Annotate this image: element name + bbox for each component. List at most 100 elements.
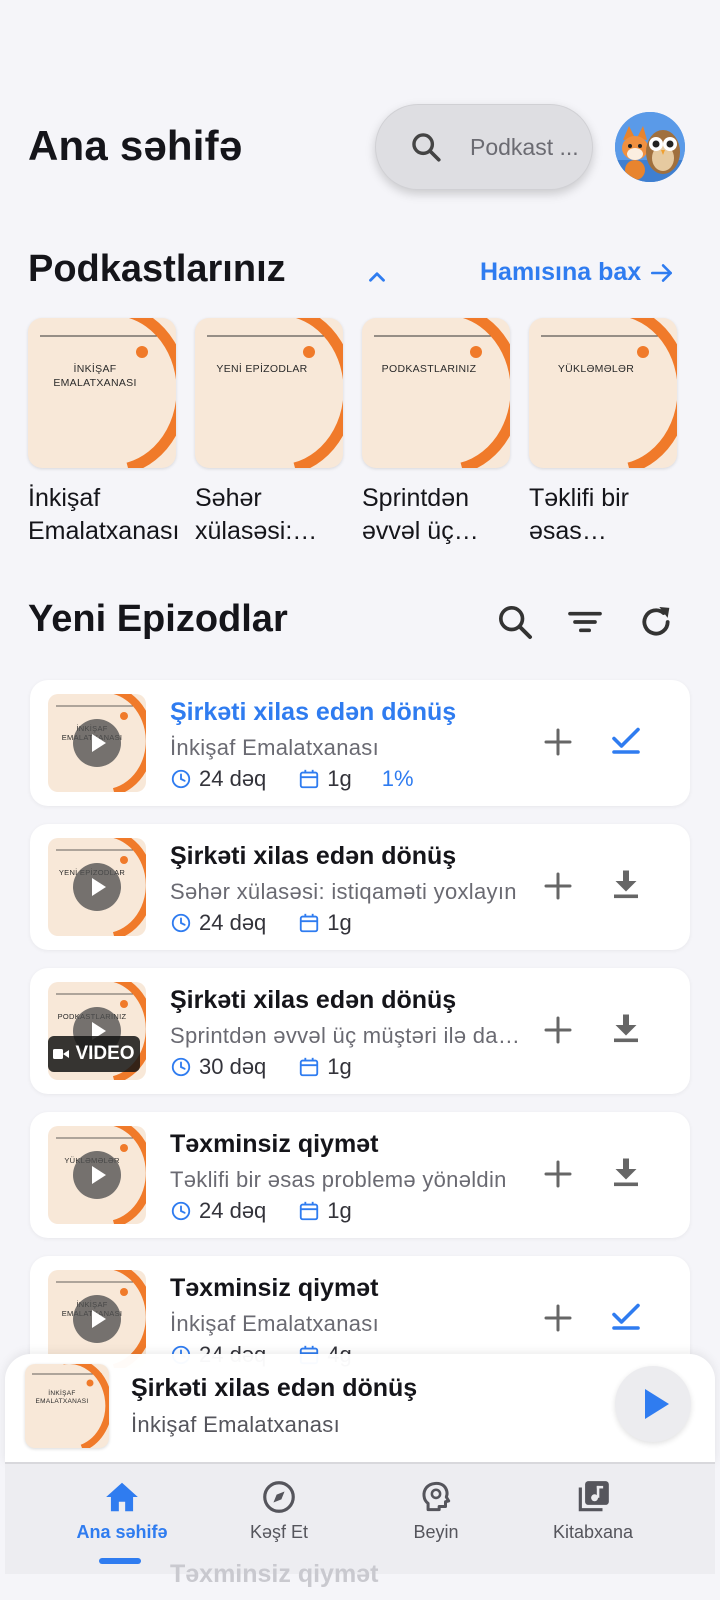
brain-icon bbox=[422, 1481, 451, 1512]
episode-date: 1g bbox=[327, 910, 352, 935]
clock-icon bbox=[171, 913, 191, 933]
mini-player-cover: İNKİŞAF EMALATXANASI bbox=[25, 1364, 109, 1448]
episode-podcast: Səhər xülasəsi: istiqaməti yoxlayın bbox=[170, 879, 517, 904]
episode-date: 1g bbox=[327, 1198, 352, 1223]
section-title-podcasts: Podkastlarınız bbox=[28, 248, 286, 290]
podcast-card[interactable]: YÜKLƏMƏLƏR Təklifi bir əsas problemə yön… bbox=[529, 318, 679, 548]
add-to-queue-icon[interactable] bbox=[540, 868, 576, 904]
play-icon[interactable] bbox=[73, 1151, 121, 1199]
video-badge: VIDEO bbox=[48, 1036, 140, 1072]
podcast-cover: YÜKLƏMƏLƏR bbox=[529, 318, 677, 468]
episode-card[interactable]: PODKASTLARINIZ VIDEO Şirkəti xilas edən … bbox=[30, 968, 690, 1094]
episode-duration: 24 dəq bbox=[199, 766, 267, 791]
clock-icon bbox=[171, 1201, 191, 1221]
podcast-cover: PODKASTLARINIZ bbox=[362, 318, 510, 468]
podcast-name: Təklifi bir əsas problemə yönəldin bbox=[529, 484, 630, 545]
mini-player-title: Şirkəti xilas edən dönüş bbox=[131, 1374, 418, 1402]
episode-thumbnail[interactable]: YÜKLƏMƏLƏR bbox=[48, 1126, 146, 1224]
section-title-episodes: Yeni Epizodlar bbox=[28, 598, 288, 640]
avatar-fox-owl-icon bbox=[615, 112, 685, 182]
cover-arc-graphic bbox=[541, 318, 677, 468]
podcast-card[interactable]: PODKASTLARINIZ Sprintdən əvvəl üç müştər… bbox=[362, 318, 512, 548]
podcast-card[interactable]: YENİ EPİZODLAR Səhər xülasəsi: istiqamət… bbox=[195, 318, 345, 548]
search-icon[interactable] bbox=[495, 602, 535, 642]
download-icon[interactable] bbox=[608, 1154, 644, 1190]
episode-meta: 24 dəq 1g 1% bbox=[170, 766, 414, 792]
episode-meta: 24 dəq 1g bbox=[170, 910, 352, 936]
play-button[interactable] bbox=[615, 1366, 691, 1442]
arrow-right-icon bbox=[651, 263, 673, 282]
episode-card[interactable]: YÜKLƏMƏLƏR Təxminsiz qiymət Təklifi bir … bbox=[30, 1112, 690, 1238]
cover-title: İNKİŞAF EMALATXANASI bbox=[35, 1390, 89, 1405]
video-camera-icon bbox=[53, 1049, 70, 1059]
add-to-queue-icon[interactable] bbox=[540, 1012, 576, 1048]
episode-duration: 30 dəq bbox=[199, 1054, 267, 1079]
see-all-link[interactable]: Hamısına bax bbox=[480, 258, 675, 287]
episode-podcast: İnkişaf Emalatxanası bbox=[170, 1311, 379, 1336]
cover-title: YÜKLƏMƏLƏR bbox=[557, 363, 635, 375]
downloaded-check-icon[interactable] bbox=[608, 722, 644, 758]
episode-date: 1g bbox=[327, 1054, 352, 1079]
nav-item-brain[interactable]: Beyin bbox=[356, 1478, 516, 1558]
episode-thumbnail[interactable]: İNKİŞAF EMALATXANASI bbox=[48, 694, 146, 792]
clock-icon bbox=[171, 769, 191, 789]
episode-title: Şirkəti xilas edən dönüş bbox=[170, 842, 457, 870]
podcast-name: Sprintdən əvvəl üç müştəri ilə danışın bbox=[362, 484, 470, 545]
compass-icon bbox=[263, 1481, 295, 1513]
downloaded-check-icon[interactable] bbox=[608, 1298, 644, 1334]
chevron-up-icon[interactable] bbox=[364, 264, 390, 290]
search-bar[interactable]: Podkast ... bbox=[375, 104, 593, 190]
podcast-cover: İNKİŞAF EMALATXANASI bbox=[28, 318, 176, 468]
avatar[interactable] bbox=[615, 112, 685, 182]
cover-title: YENİ EPİZODLAR bbox=[216, 363, 308, 375]
cover-title: İNKİŞAF EMALATXANASI bbox=[53, 363, 137, 389]
download-icon[interactable] bbox=[608, 866, 644, 902]
nav-label: Beyin bbox=[413, 1522, 459, 1542]
scrolled-list-ghost-title: Təxminsiz qiymət bbox=[170, 1560, 379, 1588]
clock-icon bbox=[171, 1057, 191, 1077]
podcast-carousel[interactable]: İNKİŞAF EMALATXANASI İnkişaf Emalatxanas… bbox=[28, 318, 720, 548]
episode-title: Şirkəti xilas edən dönüş bbox=[170, 698, 457, 726]
cover-arc-graphic bbox=[374, 318, 510, 468]
nav-item-library[interactable]: Kitabxana bbox=[513, 1478, 673, 1558]
nav-label: Kəşf Et bbox=[249, 1522, 309, 1542]
video-badge-label: VIDEO bbox=[75, 1043, 135, 1064]
calendar-icon bbox=[300, 913, 319, 933]
mini-player[interactable]: İNKİŞAF EMALATXANASI Şirkəti xilas edən … bbox=[5, 1354, 715, 1464]
page-title: Ana səhifə bbox=[28, 122, 243, 169]
episode-card[interactable]: İNKİŞAF EMALATXANASI Şirkəti xilas edən … bbox=[30, 680, 690, 806]
bottom-navigation: Ana səhifə Kəşf Et Beyin Kitabxana bbox=[5, 1462, 715, 1574]
nav-label: Ana səhifə bbox=[76, 1522, 168, 1542]
add-to-queue-icon[interactable] bbox=[540, 1300, 576, 1336]
download-icon[interactable] bbox=[608, 1010, 644, 1046]
cover-arc-graphic bbox=[40, 318, 176, 468]
nav-item-discover[interactable]: Kəşf Et bbox=[199, 1478, 359, 1558]
episode-title: Təxminsiz qiymət bbox=[170, 1130, 379, 1158]
search-input[interactable]: Podkast ... bbox=[470, 134, 580, 161]
cover-arc-graphic bbox=[207, 318, 343, 468]
episode-podcast: Təklifi bir əsas problemə yönəldin bbox=[170, 1167, 507, 1192]
episode-title: Şirkəti xilas edən dönüş bbox=[170, 986, 457, 1014]
add-to-queue-icon[interactable] bbox=[540, 724, 576, 760]
see-all-label: Hamısına bax bbox=[480, 258, 642, 286]
episode-progress: 1% bbox=[381, 766, 414, 791]
episode-card[interactable]: YENİ EPİZODLAR Şirkəti xilas edən dönüş … bbox=[30, 824, 690, 950]
podcast-cover: YENİ EPİZODLAR bbox=[195, 318, 343, 468]
active-tab-indicator bbox=[99, 1558, 141, 1564]
nav-item-home[interactable]: Ana səhifə bbox=[42, 1478, 202, 1558]
podcast-card[interactable]: İNKİŞAF EMALATXANASI İnkişaf Emalatxanas… bbox=[28, 318, 178, 548]
play-icon[interactable] bbox=[73, 719, 121, 767]
refresh-icon[interactable] bbox=[636, 602, 676, 642]
episode-title: Təxminsiz qiymət bbox=[170, 1274, 379, 1302]
play-icon[interactable] bbox=[73, 863, 121, 911]
play-icon[interactable] bbox=[73, 1295, 121, 1343]
search-icon bbox=[412, 133, 441, 162]
add-to-queue-icon[interactable] bbox=[540, 1156, 576, 1192]
calendar-icon bbox=[300, 769, 319, 789]
podcast-name: İnkişaf Emalatxanası bbox=[28, 484, 178, 545]
filter-icon[interactable] bbox=[565, 602, 605, 642]
episode-thumbnail[interactable]: YENİ EPİZODLAR bbox=[48, 838, 146, 936]
nav-label: Kitabxana bbox=[552, 1522, 634, 1542]
podcast-name: Səhər xülasəsi: istiqaməti yoxlayın bbox=[195, 484, 293, 545]
episode-meta: 30 dəq 1g bbox=[170, 1054, 352, 1080]
